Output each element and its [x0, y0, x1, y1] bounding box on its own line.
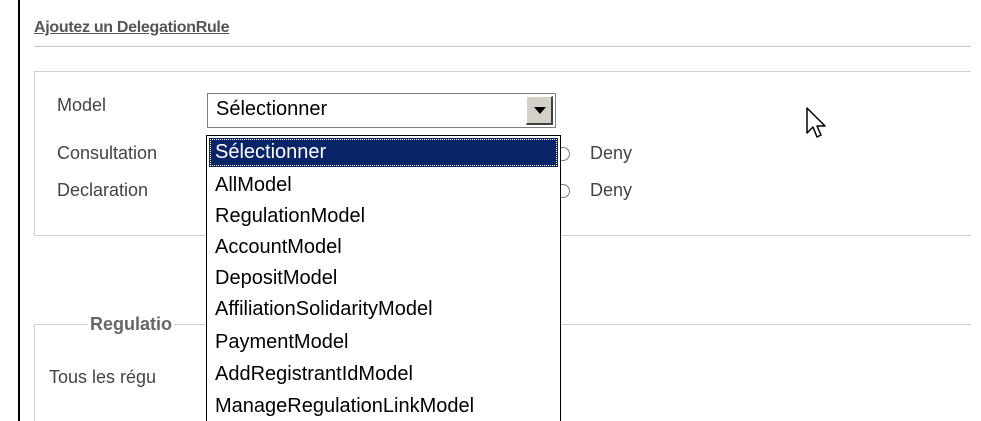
model-option[interactable]: DepositModel [209, 264, 558, 293]
regulation-text: Tous les régu [49, 367, 157, 387]
consultation-deny-label: Deny [590, 143, 633, 163]
consultation-label: Consultation [57, 143, 158, 163]
model-option[interactable]: AddRegistrantIdModel [209, 360, 558, 389]
model-label: Model [57, 95, 107, 115]
declaration-deny-label: Deny [590, 180, 633, 200]
page: Ajoutez un DelegationRule Model Consulta… [0, 0, 981, 421]
model-option[interactable]: RegulationModel [209, 202, 558, 231]
declaration-label: Declaration [57, 180, 149, 200]
model-dropdown-list[interactable]: Sélectionner AllModel RegulationModel Ac… [206, 135, 561, 421]
model-option[interactable]: ManageRegulationLinkModel [209, 392, 558, 421]
model-option[interactable]: AffiliationSolidarityModel [209, 295, 558, 324]
model-option[interactable]: AccountModel [209, 233, 558, 262]
model-option[interactable]: AllModel [209, 171, 558, 200]
model-option[interactable]: PaymentModel [209, 328, 558, 357]
left-frame-border [18, 0, 20, 421]
model-select-arrow-button[interactable] [526, 96, 553, 125]
model-option[interactable]: Sélectionner [209, 138, 558, 167]
model-select[interactable]: Sélectionner [207, 93, 556, 128]
page-title-link[interactable]: Ajoutez un DelegationRule [34, 19, 229, 37]
regulation-legend: Regulatio [88, 314, 175, 335]
mouse-pointer-icon [806, 107, 826, 144]
title-divider [34, 46, 971, 47]
right-edge [971, 0, 981, 421]
model-select-value: Sélectionner [216, 98, 328, 120]
chevron-down-icon [534, 107, 546, 114]
